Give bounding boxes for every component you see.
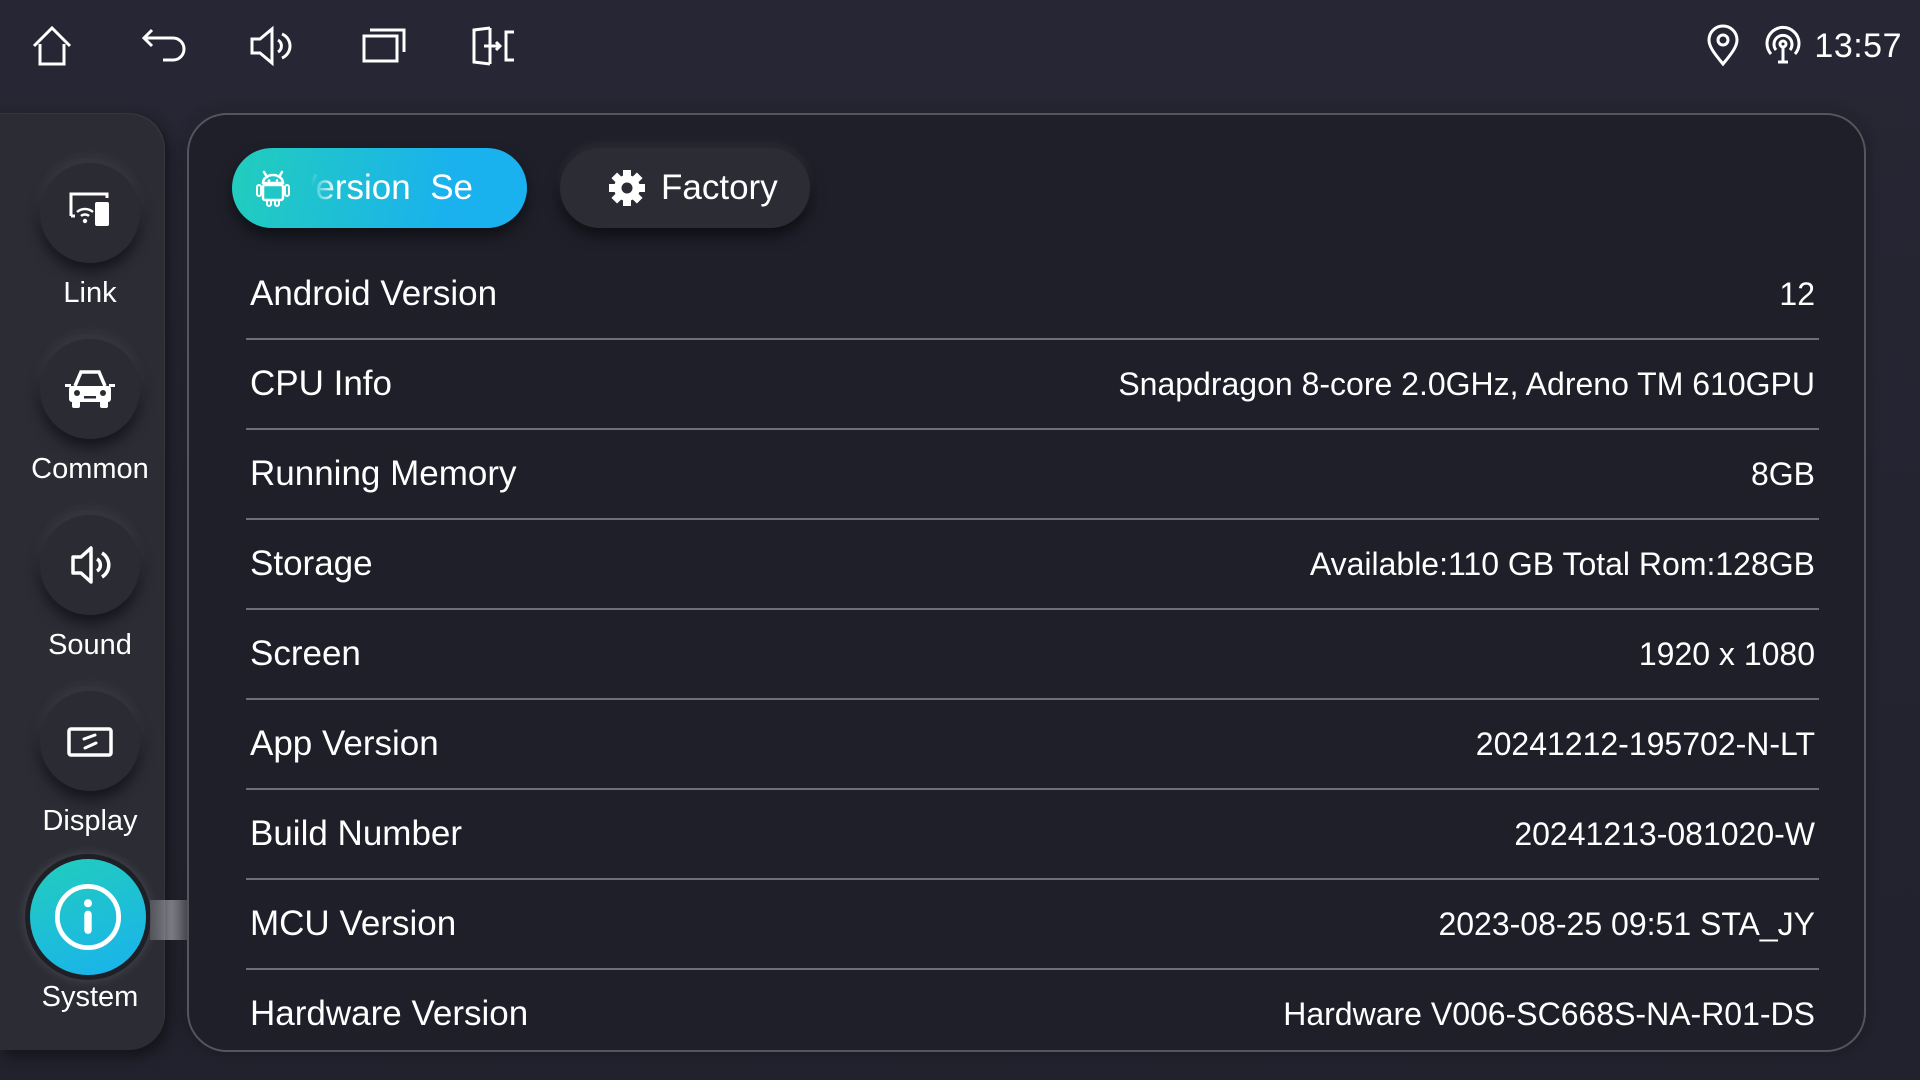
recent-apps-icon[interactable] — [360, 22, 408, 70]
info-row-hardware-version: Hardware Version Hardware V006-SC668S-NA… — [246, 969, 1819, 1059]
sidebar-item-common-button[interactable] — [40, 339, 140, 439]
info-value: 20241212-195702-N-LT — [1475, 726, 1815, 762]
android-icon — [256, 170, 290, 207]
status-bar: 13:57 — [0, 0, 1920, 92]
hotspot-icon — [1765, 25, 1801, 64]
sidebar-item-label: Sound — [48, 629, 132, 661]
sidebar-item-system[interactable]: System — [0, 859, 165, 1043]
info-row-running-memory: Running Memory 8GB — [246, 429, 1819, 520]
tab-factory-label: Factory — [661, 168, 778, 207]
home-icon[interactable] — [28, 22, 76, 70]
sidebar-item-system-button[interactable] — [30, 859, 146, 975]
info-label: Running Memory — [250, 454, 517, 493]
info-label: Storage — [250, 544, 373, 583]
sidebar-item-sound[interactable]: Sound — [0, 515, 165, 691]
info-row-cpu-info: CPU Info Snapdragon 8-core 2.0GHz, Adren… — [246, 339, 1819, 430]
tab-version-label: Version Se — [311, 168, 473, 207]
info-value: 2023-08-25 09:51 STA_JY — [1438, 906, 1815, 942]
info-list: Android Version 12 CPU Info Snapdragon 8… — [246, 249, 1819, 1059]
sidebar: Link Common Sound Display System — [0, 113, 165, 1050]
info-value: Snapdragon 8-core 2.0GHz, Adreno TM 610G… — [1118, 366, 1815, 402]
system-info-panel: Version Se Factory Android Version 12 CP… — [187, 113, 1866, 1052]
info-row-mcu-version: MCU Version 2023-08-25 09:51 STA_JY — [246, 879, 1819, 970]
info-value: Hardware V006-SC668S-NA-R01-DS — [1283, 996, 1815, 1032]
info-value: 12 — [1779, 276, 1815, 312]
speaker-icon — [71, 546, 111, 584]
tab-factory[interactable]: Factory — [560, 148, 810, 228]
split-screen-icon[interactable] — [470, 22, 518, 70]
volume-icon[interactable] — [248, 22, 296, 70]
sidebar-item-label: Common — [31, 453, 149, 485]
info-label: CPU Info — [250, 364, 392, 403]
info-icon — [54, 883, 122, 951]
info-label: Hardware Version — [250, 994, 529, 1033]
car-icon — [65, 370, 115, 408]
info-value: 20241213-081020-W — [1514, 816, 1815, 852]
info-label: MCU Version — [250, 904, 457, 943]
gear-icon — [609, 170, 645, 206]
info-value: 8GB — [1750, 456, 1815, 492]
back-icon[interactable] — [139, 22, 187, 70]
sidebar-item-link[interactable]: Link — [0, 163, 165, 339]
info-value: Available:110 GB Total Rom:128GB — [1309, 546, 1815, 582]
info-row-android-version: Android Version 12 — [246, 249, 1819, 340]
info-value: 1920 x 1080 — [1638, 636, 1815, 672]
screen-link-icon — [69, 192, 109, 226]
display-icon — [67, 727, 113, 757]
active-connector — [150, 900, 192, 940]
sidebar-item-sound-button[interactable] — [40, 515, 140, 615]
info-label: App Version — [250, 724, 439, 763]
sidebar-item-display[interactable]: Display — [0, 691, 165, 867]
tab-version[interactable]: Version Se — [232, 148, 527, 228]
info-row-build-number: Build Number 20241213-081020-W — [246, 789, 1819, 880]
sidebar-item-label: Display — [42, 805, 138, 837]
info-row-storage: Storage Available:110 GB Total Rom:128GB — [246, 519, 1819, 610]
location-icon — [1707, 24, 1739, 67]
info-label: Build Number — [250, 814, 463, 853]
sidebar-item-display-button[interactable] — [40, 691, 140, 791]
sidebar-item-link-button[interactable] — [40, 163, 140, 263]
info-row-app-version: App Version 20241212-195702-N-LT — [246, 699, 1819, 790]
sidebar-item-common[interactable]: Common — [0, 339, 165, 515]
clock: 13:57 — [1814, 27, 1902, 65]
info-row-screen: Screen 1920 x 1080 — [246, 609, 1819, 700]
sidebar-item-label: System — [41, 981, 139, 1013]
info-label: Screen — [250, 634, 361, 673]
info-label: Android Version — [250, 274, 498, 313]
sidebar-item-label: Link — [63, 277, 117, 309]
